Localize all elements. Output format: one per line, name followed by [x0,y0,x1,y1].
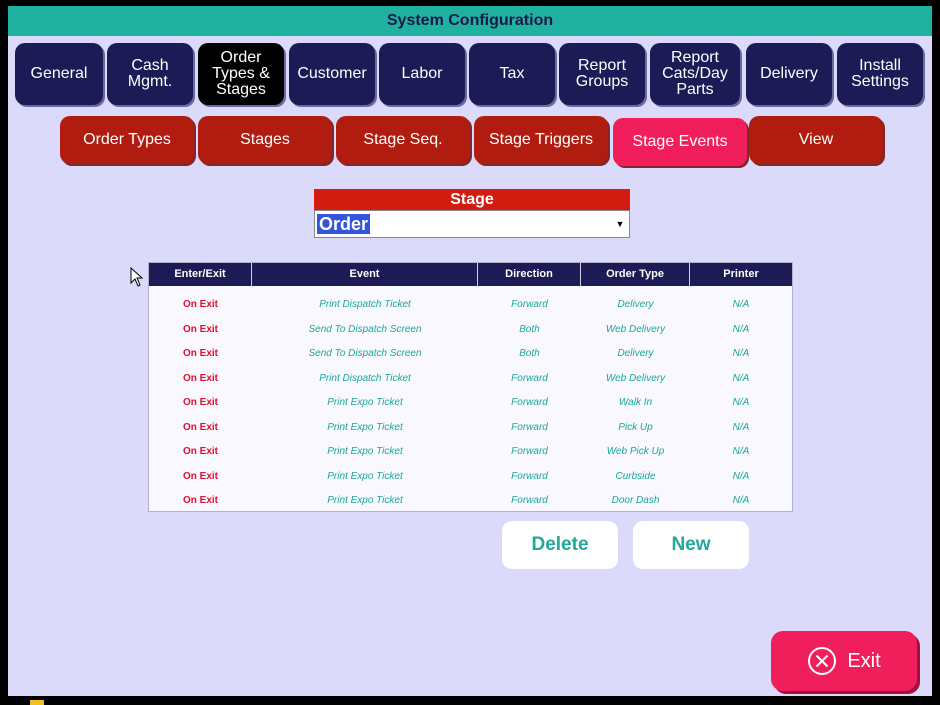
tab-customer[interactable]: Customer [289,43,375,105]
cell-event: Print Dispatch Ticket [319,372,411,384]
subtab-stage-triggers[interactable]: Stage Triggers [474,116,608,164]
cell-event: Send To Dispatch Screen [308,323,422,335]
cell-printer: N/A [732,348,750,359]
table-row[interactable]: On Exit Print Expo Ticket Forward Curbside N… [149,465,792,489]
stage-label: Stage [314,189,630,210]
table-header: Enter/Exit Event Direction Order Type Pr… [149,263,792,286]
cell-enter-exit: On Exit [182,421,218,433]
config-window: System Configuration General Cash Mgmt. … [8,6,932,696]
cell-order-type: Web Pick Up [606,446,665,457]
tab-install-settings[interactable]: Install Settings [837,43,923,105]
table-row[interactable]: On Exit Print Expo Ticket Forward Web Pick … [149,440,792,464]
cell-event: Print Dispatch Ticket [319,299,411,310]
cell-event: Send To Dispatch Screen [308,348,422,359]
cell-order-type: Walk In [618,397,653,408]
subtab-stage-seq[interactable]: Stage Seq. [336,116,470,164]
cell-enter-exit: On Exit [182,495,218,506]
tab-tax[interactable]: Tax [469,43,555,105]
cell-printer: N/A [732,299,750,310]
cell-direction: Forward [511,470,548,482]
header-printer: Printer [723,268,759,280]
cell-direction: Forward [511,421,548,433]
tab-report-groups[interactable]: Report Groups [559,43,645,105]
cell-printer: N/A [732,323,750,335]
cell-order-type: Delivery [617,299,654,310]
table-row[interactable]: On Exit Print Expo Ticket Forward Pick Up N/… [149,416,792,440]
subtab-view[interactable]: View [749,116,883,164]
stage-selected-value: Order [317,214,371,234]
table-row[interactable]: On Exit Send To Dispatch Screen Both Delive… [149,342,792,366]
taskbar-fragment [30,700,44,705]
tab-labor[interactable]: Labor [379,43,465,105]
new-button[interactable]: New [633,521,749,569]
header-enter-exit: Enter/Exit [149,263,252,286]
table-row[interactable]: On Exit Print Dispatch Ticket Forward Deliv… [149,293,792,317]
delete-button[interactable]: Delete [502,521,618,569]
subtab-stage-events[interactable]: Stage Events [613,118,747,166]
stage-dropdown[interactable]: Order ▼ [314,210,630,238]
cell-direction: Forward [511,446,548,457]
cell-order-type: Door Dash [611,495,660,506]
cell-event: Print Expo Ticket [327,397,403,408]
cell-order-type: Pick Up [618,421,653,433]
cell-direction: Forward [511,299,548,310]
cell-direction: Forward [511,397,548,408]
subtab-stages[interactable]: Stages [198,116,332,164]
cell-order-type: Web Delivery [605,372,666,384]
tab-cash-mgmt[interactable]: Cash Mgmt. [107,43,193,105]
sub-tab-bar: Order Types Stages Stage Seq. Stage Trig… [8,116,932,166]
cell-printer: N/A [732,372,750,384]
cell-enter-exit: On Exit [182,446,218,457]
cell-direction: Forward [511,495,548,506]
cell-event: Print Expo Ticket [327,421,403,433]
cell-printer: N/A [732,421,750,433]
cell-order-type: Web Delivery [605,323,666,335]
tab-order-types-stages[interactable]: Order Types & Stages [198,43,284,105]
cell-direction: Both [519,323,540,335]
tab-general[interactable]: General [15,43,103,105]
cell-enter-exit: On Exit [182,348,218,359]
cell-event: Print Expo Ticket [327,446,403,457]
main-tab-bar: General Cash Mgmt. Order Types & Stages … [8,43,932,109]
cell-printer: N/A [732,397,750,408]
cell-event: Print Expo Ticket [327,495,403,506]
cell-order-type: Curbside [615,470,656,482]
header-direction: Direction [478,263,581,286]
cell-enter-exit: On Exit [182,397,218,408]
cell-direction: Both [519,348,540,359]
stage-events-table: Enter/Exit Event Direction Order Type Pr… [148,262,793,512]
table-row[interactable]: On Exit Print Expo Ticket Forward Door Dash… [149,489,792,513]
cell-enter-exit: On Exit [182,299,218,310]
table-row[interactable]: On Exit Send To Dispatch Screen Both Web De… [149,318,792,342]
tab-report-cats-day-parts[interactable]: Report Cats/Day Parts [650,43,740,105]
cell-printer: N/A [732,446,750,457]
cell-printer: N/A [732,470,750,482]
table-row[interactable]: On Exit Print Dispatch Ticket Forward Web D… [149,367,792,391]
cell-order-type: Delivery [617,348,654,359]
header-event: Event [252,263,478,286]
window-title: System Configuration [8,6,932,36]
table-row[interactable]: On Exit Print Expo Ticket Forward Walk In N/… [149,391,792,415]
mouse-pointer-icon [130,267,144,287]
dropdown-arrow-icon[interactable]: ▼ [613,213,627,235]
exit-label: Exit [847,649,881,672]
cell-direction: Forward [511,372,548,384]
cell-enter-exit: On Exit [182,323,218,335]
cell-printer: N/A [732,495,750,506]
subtab-order-types[interactable]: Order Types [60,116,194,164]
cell-enter-exit: On Exit [182,470,218,482]
cell-event: Print Expo Ticket [327,470,403,482]
exit-button[interactable]: Exit [771,631,917,691]
header-order-type: Order Type [581,263,690,286]
cell-enter-exit: On Exit [182,372,218,384]
close-circle-icon [808,647,837,675]
tab-delivery[interactable]: Delivery [746,43,832,105]
